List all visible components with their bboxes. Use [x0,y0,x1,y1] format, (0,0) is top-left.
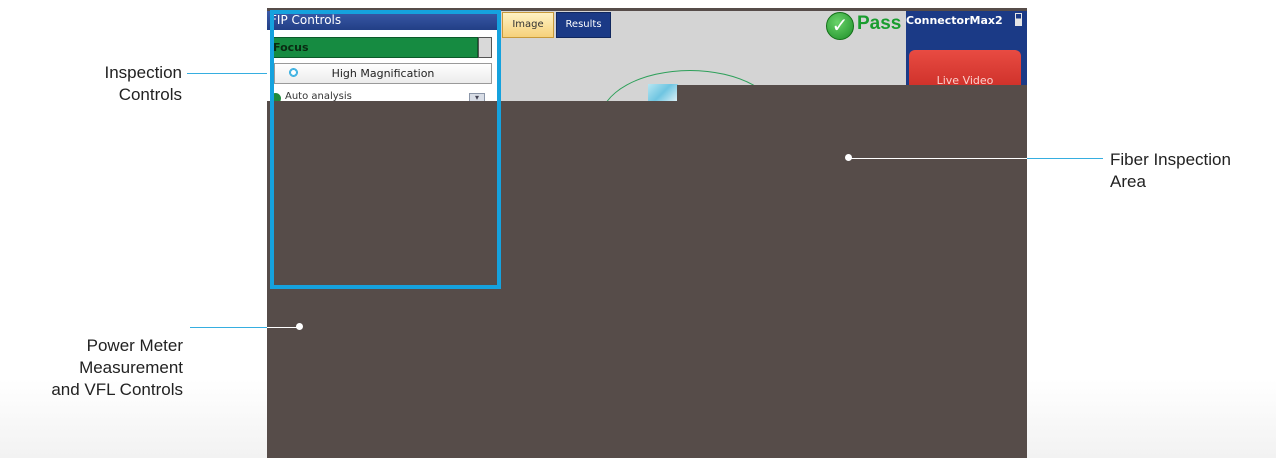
fip-controls-panel: FIP Controls Focus High Magnification Au… [267,11,497,102]
leader-line-power-inner [267,327,297,328]
status-pass: Pass [857,13,902,34]
fiber-core-image [648,84,678,101]
callout-fiber-inspection-area: Fiber Inspection Area [1110,149,1276,193]
high-magnification-button[interactable]: High Magnification [274,63,492,84]
callout-power-line2: Measurement [79,358,183,377]
callout-inspection-line2: Controls [118,85,182,104]
focus-scroll-handle[interactable] [478,37,492,58]
pass-check-icon: ✓ [826,12,854,40]
fip-controls-title: FIP Controls [267,11,497,30]
callout-power-line3: and VFL Controls [51,380,183,399]
callout-inspection-line1: Inspection [104,63,183,82]
screen-overlay [267,101,1027,458]
callout-fiber-line1: Fiber Inspection [1110,150,1231,169]
callout-fiber-line2: Area [1110,172,1146,191]
callout-inspection-controls: Inspection Controls [60,62,183,106]
connector-name: ConnectorMax2 [906,14,1003,27]
callout-power-meter: Power Meter Measurement and VFL Controls [0,335,183,401]
leader-line-fiber-inner [851,158,1027,159]
leader-line-power [190,327,267,328]
callout-power-line1: Power Meter [86,336,183,355]
focus-bar[interactable]: Focus [270,37,478,58]
leader-line-inspection [187,73,270,74]
tab-results[interactable]: Results [556,12,611,38]
leader-dot-power [296,323,303,330]
leader-dot-inspection [290,69,297,76]
tab-image[interactable]: Image [502,12,554,38]
battery-icon [1015,13,1022,26]
screen-overlay-top-right [677,85,1027,101]
leader-line-fiber [1027,158,1103,159]
